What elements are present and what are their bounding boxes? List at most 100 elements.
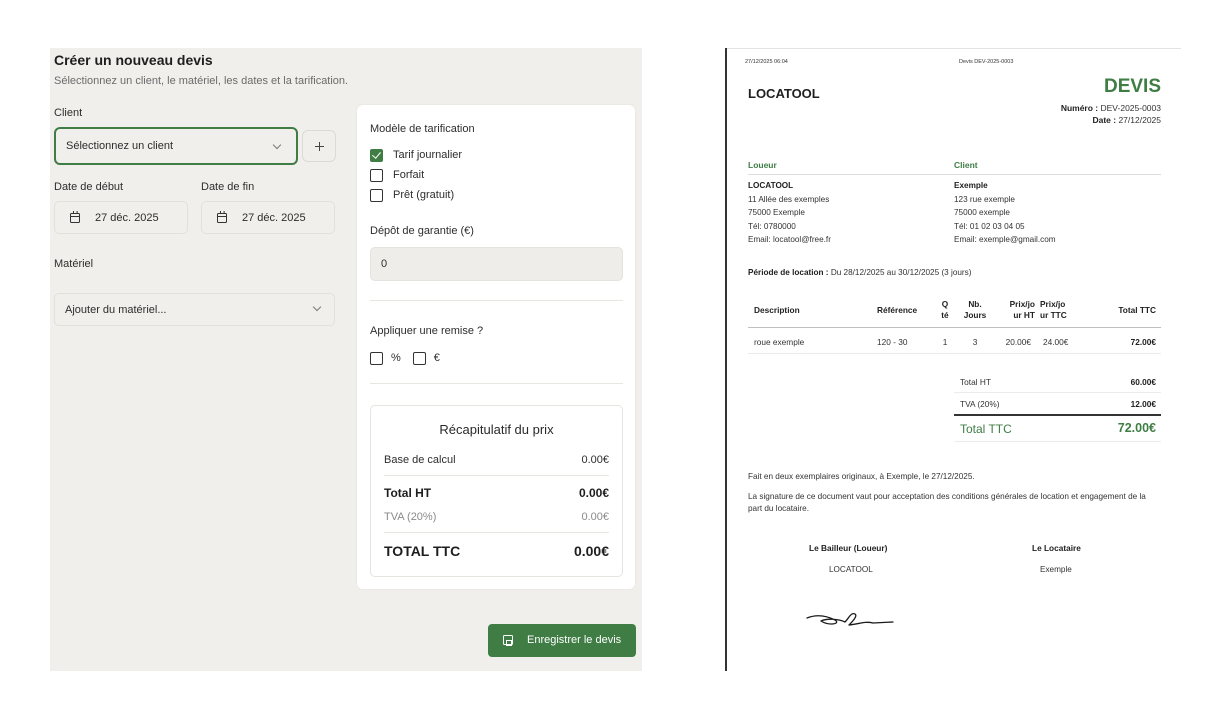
table-header-price-ttc: Prix/jo ur TTC [1040, 299, 1067, 320]
table-cell: 20.00€ [1005, 337, 1031, 347]
doc-devis-title: DEVIS [1103, 76, 1161, 97]
client-line: Exemple [954, 181, 988, 190]
client-select[interactable]: Sélectionnez un client [54, 127, 298, 165]
summary-divider [384, 532, 609, 533]
doc-date: Date : 27/12/2025 [1092, 115, 1161, 125]
table-cell: 3 [972, 337, 978, 347]
summary-total-ht-label: Total HT [384, 486, 432, 500]
checkbox-checked[interactable] [370, 148, 383, 162]
pricing-option-flat[interactable]: Forfait [370, 168, 424, 182]
doc-total-ht-value: 60.00€ [1130, 377, 1156, 387]
summary-tva-value: 0.00€ [581, 511, 609, 523]
save-quote-button[interactable]: Enregistrer le devis [488, 624, 636, 657]
pricing-option-daily[interactable]: Tarif journalier [370, 148, 462, 162]
start-date-value: 27 déc. 2025 [95, 212, 159, 224]
pricing-model-label: Modèle de tarification [370, 123, 475, 135]
quote-form-panel: Créer un nouveau devis Sélectionnez un c… [50, 48, 642, 671]
client-line: 75000 exemple [954, 208, 1010, 218]
pricing-option-label: Forfait [393, 169, 425, 181]
deposit-input[interactable]: 0 [370, 247, 623, 281]
start-date-field[interactable]: 27 déc. 2025 [54, 201, 188, 234]
doc-fait-text: Fait en deux exemplaires originaux, à Ex… [748, 472, 975, 481]
doc-divider [748, 174, 1161, 175]
divider [370, 300, 623, 301]
add-client-button[interactable] [302, 130, 336, 162]
pricing-card: Modèle de tarification Tarif journalier … [356, 104, 636, 590]
rental-period-label: Période de location : [748, 268, 829, 277]
quote-document-preview: 27/12/2025 06:04 Devis DEV-2025-0003 LOC… [727, 48, 1181, 671]
loueur-line: 75000 Exemple [748, 208, 805, 218]
table-cell: roue exemple [754, 337, 805, 347]
table-header-days: Nb. Jours [963, 299, 987, 320]
materiel-select-value: Ajouter du matériel... [65, 304, 167, 316]
doc-total-divider [954, 414, 1161, 416]
checkbox[interactable] [370, 188, 383, 202]
form-subtitle: Sélectionnez un client, le matériel, les… [54, 75, 349, 87]
doc-total-ttc-label: Total TTC [960, 422, 1012, 436]
deposit-label: Dépôt de garantie (€) [370, 225, 474, 237]
loueur-block: LOCATOOL 11 Allée des exemples 75000 Exe… [748, 179, 831, 247]
summary-total-ttc-value: 0.00€ [573, 543, 609, 559]
summary-base-label: Base de calcul [384, 454, 456, 466]
pricing-option-label: Tarif journalier [393, 149, 463, 161]
table-header-description: Description [754, 305, 800, 315]
summary-row-base: Base de calcul 0.00€ [384, 454, 609, 466]
discount-label: Appliquer une remise ? [370, 325, 484, 337]
client-heading: Client [954, 160, 978, 170]
discount-options: % € [370, 351, 452, 365]
calendar-icon [70, 211, 80, 223]
plus-icon [315, 140, 324, 154]
deposit-value: 0 [381, 258, 388, 270]
table-header-total: Total TTC [1118, 305, 1156, 315]
doc-tva-value: 12.00€ [1130, 399, 1156, 409]
start-date-label: Date de début [54, 181, 124, 193]
locataire-label: Le Locataire [1032, 543, 1081, 553]
doc-total-ttc-value: 72.00€ [1117, 421, 1156, 435]
bailleur-name: LOCATOOL [829, 565, 873, 574]
divider [370, 383, 623, 384]
doc-divider [954, 392, 1161, 393]
pricing-option-loan[interactable]: Prêt (gratuit) [370, 188, 454, 202]
checkbox[interactable] [370, 168, 383, 182]
discount-euro-checkbox[interactable] [412, 351, 426, 365]
table-cell: 120 - 30 [877, 337, 908, 347]
client-label: Client [54, 107, 83, 119]
end-date-field[interactable]: 27 déc. 2025 [201, 201, 335, 234]
chevron-down-icon [272, 140, 282, 150]
summary-row-total-ht: Total HT 0.00€ [384, 486, 609, 500]
summary-row-total-ttc: TOTAL TTC 0.00€ [384, 543, 609, 559]
save-icon [503, 635, 513, 646]
table-header-reference: Référence [877, 305, 918, 315]
materiel-select[interactable]: Ajouter du matériel... [54, 293, 335, 326]
print-date: 27/12/2025 06:04 [745, 59, 788, 65]
save-quote-label: Enregistrer le devis [527, 634, 622, 646]
table-cell: 1 [942, 337, 948, 347]
table-header-divider [748, 327, 1161, 328]
doc-total-ht-label: Total HT [960, 377, 991, 387]
discount-euro-label: € [433, 352, 440, 364]
calendar-icon [217, 211, 227, 223]
print-title: Devis DEV-2025-0003 [959, 59, 1014, 65]
end-date-label: Date de fin [201, 181, 255, 193]
discount-percent-label: % [391, 352, 401, 364]
client-line: Tél: 01 02 03 04 05 [954, 221, 1025, 231]
table-header-price-ht: Prix/jo ur HT [1009, 299, 1035, 320]
chevron-down-icon [312, 302, 322, 312]
summary-divider [384, 475, 609, 476]
price-summary: Récapitulatif du prix Base de calcul 0.0… [370, 405, 623, 577]
client-line: Email: exemple@gmail.com [954, 235, 1056, 245]
client-block: Exemple 123 rue exemple 75000 exemple Té… [954, 179, 1056, 247]
summary-total-ttc-label: TOTAL TTC [384, 543, 461, 559]
rental-period-value: Du 28/12/2025 au 30/12/2025 (3 jours) [830, 268, 972, 277]
bailleur-label: Le Bailleur (Loueur) [809, 543, 888, 553]
loueur-heading: Loueur [748, 160, 777, 170]
summary-base-value: 0.00€ [581, 454, 609, 466]
doc-brand: LOCATOOL [748, 86, 820, 101]
doc-date-label: Date : [1092, 115, 1117, 125]
discount-percent-checkbox[interactable] [370, 351, 383, 365]
rental-period: Période de location : Du 28/12/2025 au 3… [748, 266, 971, 280]
doc-divider [954, 441, 1161, 442]
loueur-line: Tél: 0780000 [748, 221, 796, 231]
table-cell: 24.00€ [1043, 337, 1069, 347]
loueur-line: 11 Allée des exemples [748, 194, 830, 204]
